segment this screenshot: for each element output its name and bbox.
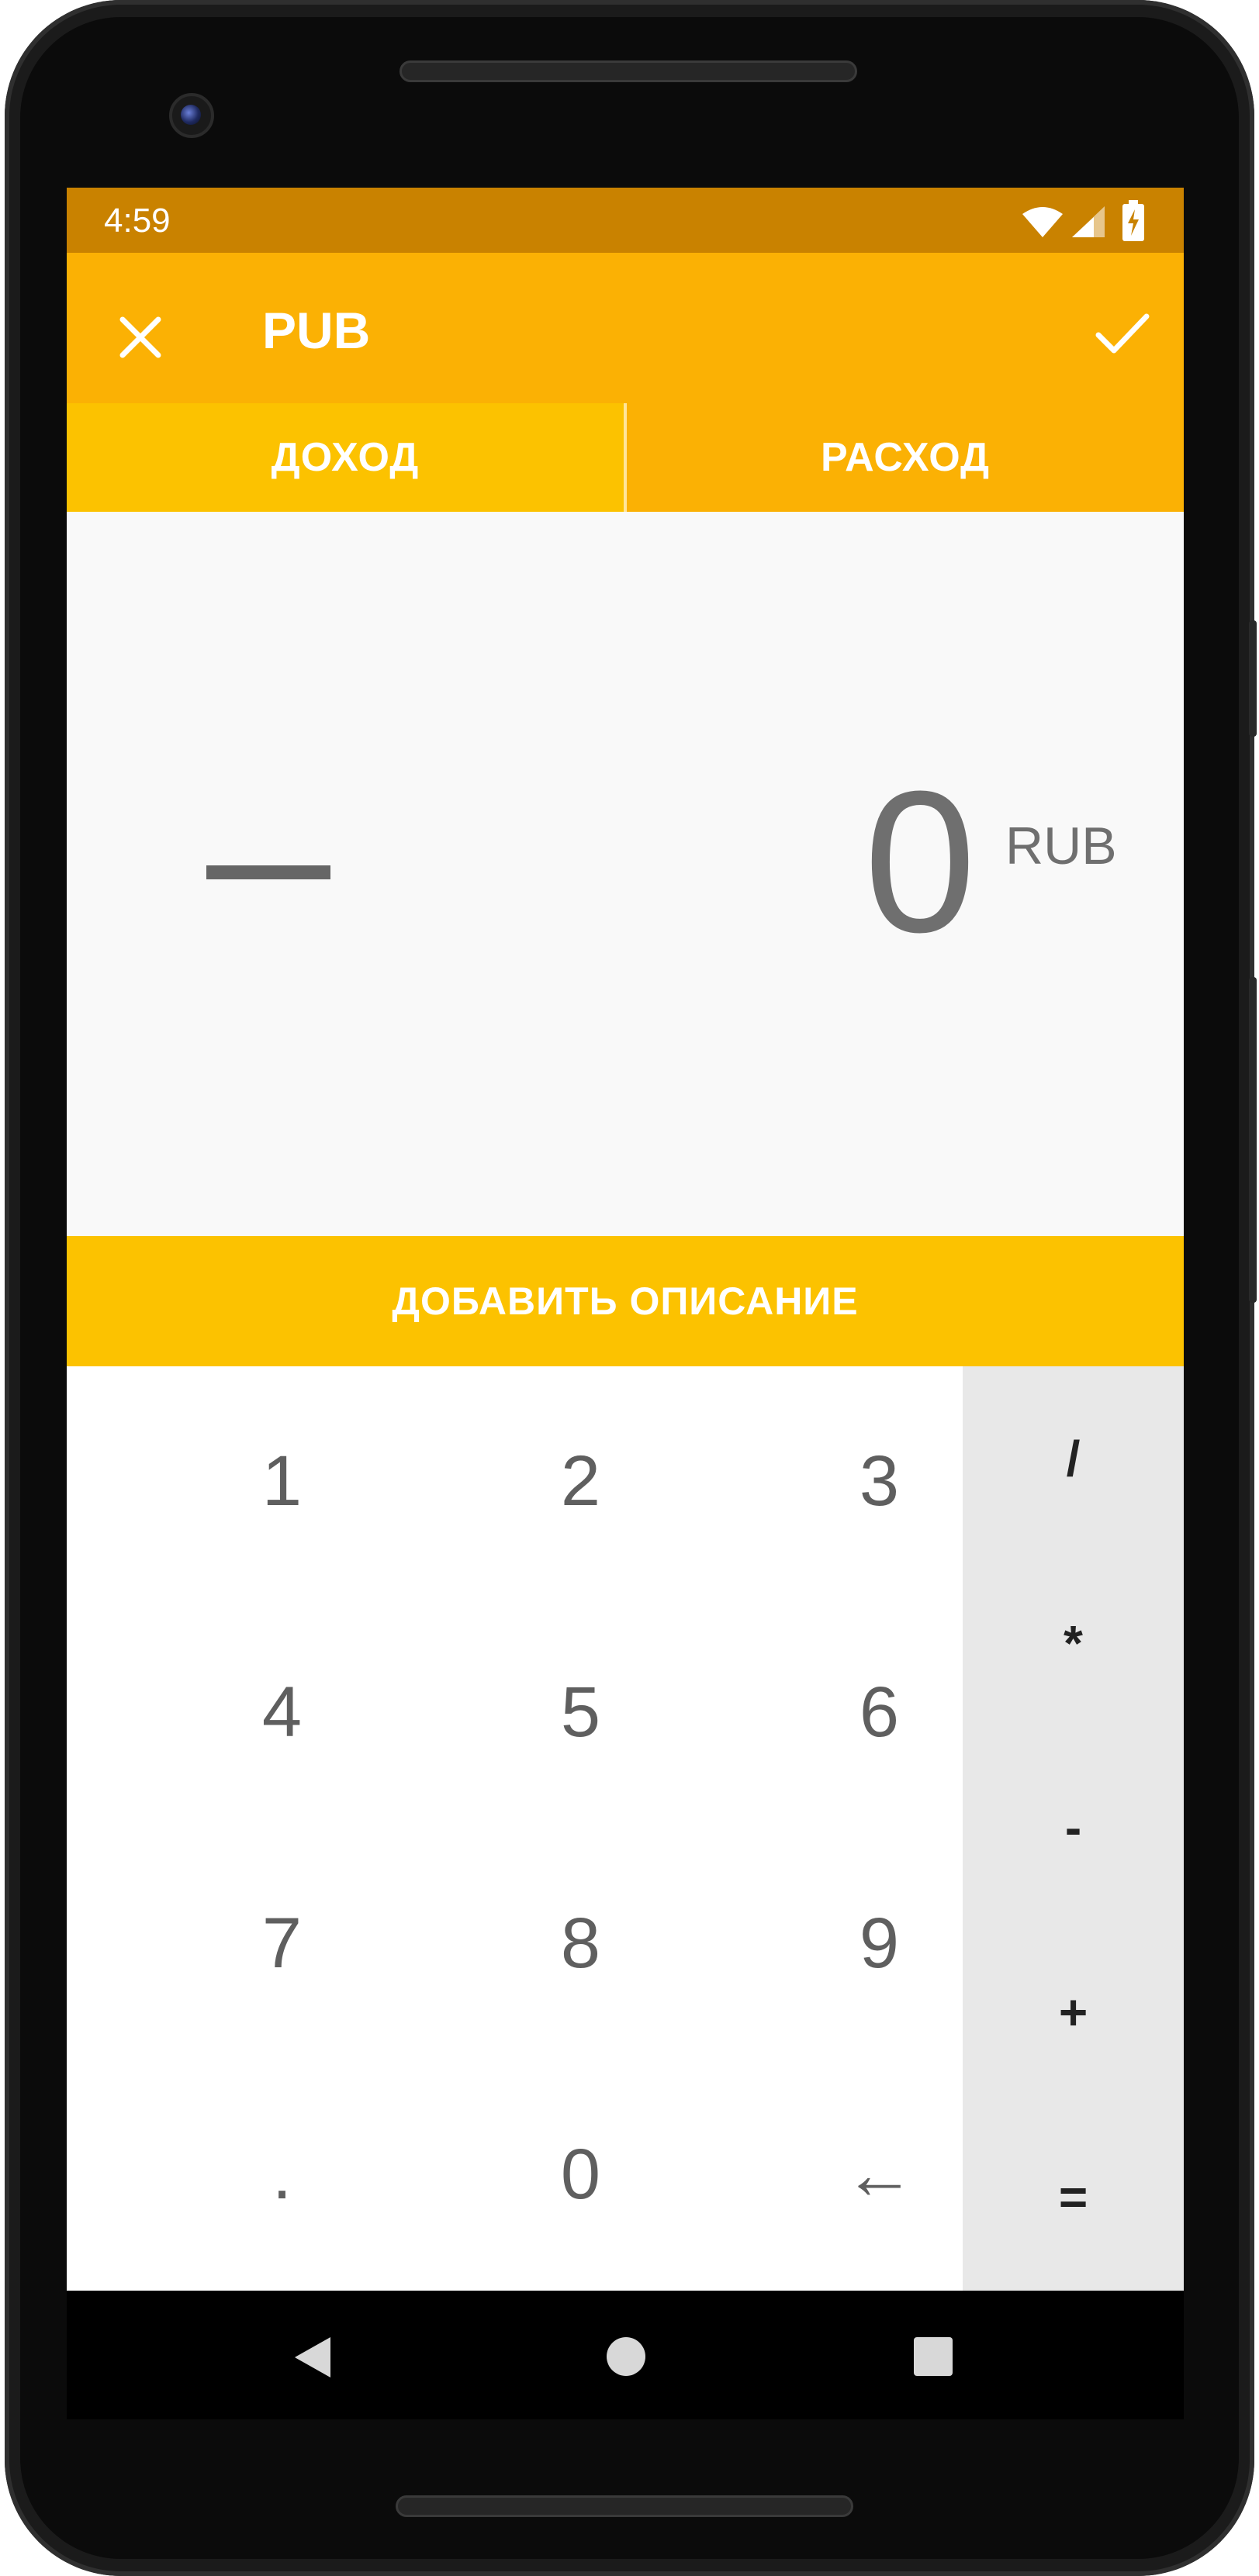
tab-expense[interactable]: РАСХОД xyxy=(627,403,1184,512)
screen: 4:59 PUB ДОХОД РАСХОД 0 RUB ДОБАВИТЬ ОПИ… xyxy=(67,188,1184,2419)
power-button xyxy=(1249,977,1257,1303)
currency-code[interactable]: RUB xyxy=(1005,816,1117,876)
tab-income[interactable]: ДОХОД xyxy=(67,403,624,512)
key-decimal[interactable]: . xyxy=(133,2059,431,2290)
amount-value: 0 xyxy=(863,750,977,975)
status-time: 4:59 xyxy=(104,202,171,240)
page-title: PUB xyxy=(262,302,371,359)
bottom-speaker-grille xyxy=(396,2495,853,2517)
volume-button xyxy=(1249,620,1257,737)
top-speaker-grille xyxy=(399,60,857,82)
key-0[interactable]: 0 xyxy=(431,2059,730,2290)
key-4[interactable]: 4 xyxy=(133,1597,431,1828)
operator-subtract[interactable]: - xyxy=(963,1735,1184,1920)
recents-square-icon[interactable] xyxy=(912,2336,954,2377)
camera-lens xyxy=(181,105,201,125)
operator-divide[interactable]: / xyxy=(963,1366,1184,1551)
operator-multiply[interactable]: * xyxy=(963,1551,1184,1735)
sign-toggle[interactable] xyxy=(206,865,330,879)
operator-equals[interactable]: = xyxy=(963,2105,1184,2289)
wifi-icon xyxy=(1022,207,1063,237)
key-5[interactable]: 5 xyxy=(431,1597,730,1828)
battery-charging-icon xyxy=(1122,200,1144,241)
operator-add[interactable]: + xyxy=(963,1920,1184,2105)
key-2[interactable]: 2 xyxy=(431,1366,730,1597)
key-7[interactable]: 7 xyxy=(133,1828,431,2059)
app-bar xyxy=(67,253,1184,403)
close-icon[interactable] xyxy=(113,310,168,364)
home-circle-icon[interactable] xyxy=(605,2336,647,2377)
status-bar xyxy=(67,188,1184,253)
key-8[interactable]: 8 xyxy=(431,1828,730,2059)
signal-icon xyxy=(1072,206,1105,237)
add-description-button[interactable]: ДОБАВИТЬ ОПИСАНИЕ xyxy=(67,1236,1184,1366)
back-triangle-icon[interactable] xyxy=(292,2334,334,2381)
key-1[interactable]: 1 xyxy=(133,1366,431,1597)
check-icon[interactable] xyxy=(1091,302,1153,364)
